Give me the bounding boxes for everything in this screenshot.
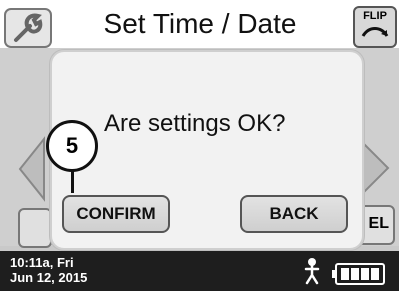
battery-icon — [332, 263, 385, 285]
background-left-button — [18, 208, 52, 248]
flip-icon — [361, 27, 389, 37]
battery-cell — [351, 268, 359, 280]
step-callout: 5 — [46, 120, 98, 172]
datetime: 10:11a, Fri Jun 12, 2015 — [10, 255, 87, 285]
insulin-pump-screen: Set Time / Date FLIP EL Are settings OK?… — [0, 0, 399, 291]
left-arrow-icon — [18, 136, 45, 202]
background-right-button-label: EL — [368, 215, 389, 232]
time-line: 10:11a, Fri — [10, 255, 74, 270]
status-bar: 10:11a, Fri Jun 12, 2015 — [0, 251, 399, 291]
back-button[interactable]: BACK — [240, 195, 348, 233]
settings-button[interactable] — [4, 8, 52, 48]
callout-pointer-line — [71, 170, 74, 193]
battery-cell — [361, 268, 369, 280]
date-line: Jun 12, 2015 — [10, 270, 88, 285]
flip-button[interactable]: FLIP — [353, 6, 397, 48]
dialog-question: Are settings OK? — [104, 110, 286, 137]
battery-cell — [371, 268, 379, 280]
page-title: Set Time / Date — [103, 8, 297, 39]
battery-cell — [341, 268, 349, 280]
right-arrow-icon — [363, 141, 390, 195]
confirm-button[interactable]: CONFIRM — [62, 195, 170, 233]
wrench-icon — [14, 13, 43, 42]
person-icon — [304, 258, 320, 285]
title-bar: Set Time / Date FLIP — [0, 0, 399, 48]
